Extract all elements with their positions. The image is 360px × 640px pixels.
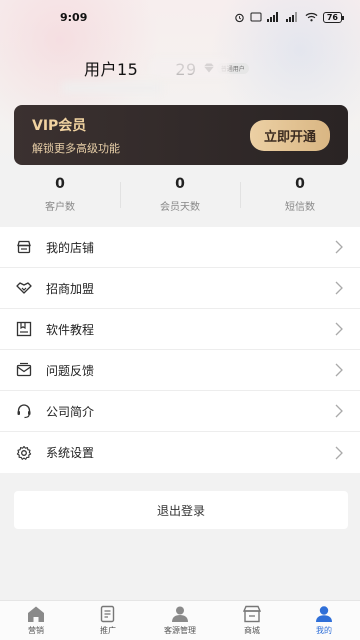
signal-icon bbox=[266, 12, 278, 22]
bottom-tab-bar: 营销 推广 客源管理 商城 我的 bbox=[0, 600, 360, 640]
shop-icon bbox=[242, 605, 262, 623]
menu-label: 软件教程 bbox=[46, 322, 95, 337]
status-time: 9:09 bbox=[60, 10, 88, 24]
menu-label: 系统设置 bbox=[46, 446, 95, 460]
tab-mall[interactable]: 商城 bbox=[216, 601, 288, 640]
vip-activate-button[interactable]: 立即开通 bbox=[249, 119, 330, 151]
gear-icon bbox=[16, 445, 32, 461]
menu-item-settings[interactable]: 系统设置 bbox=[0, 432, 360, 473]
menu-label: 招商加盟 bbox=[46, 281, 95, 296]
contacts-icon bbox=[172, 606, 188, 622]
vip-title: VIP会员 bbox=[32, 117, 87, 134]
stat-label: 会员天数 bbox=[160, 201, 200, 213]
store-icon bbox=[16, 239, 32, 255]
sim-icon bbox=[250, 12, 262, 22]
stat-label: 客户数 bbox=[45, 201, 75, 213]
menu-label: 我的店铺 bbox=[46, 240, 95, 255]
chevron-right-icon bbox=[335, 446, 343, 459]
signal-icon bbox=[285, 12, 297, 22]
tab-label: 推广 bbox=[100, 626, 116, 635]
stat-value: 0 bbox=[55, 175, 65, 192]
status-icons: 76 bbox=[234, 11, 345, 23]
headset-icon bbox=[16, 403, 32, 419]
vip-text: VIP会员 解锁更多高级功能 bbox=[32, 115, 120, 156]
stats-row: 0 客户数 0 会员天数 0 短信数 bbox=[0, 172, 360, 216]
handshake-icon bbox=[16, 280, 32, 296]
menu-item-franchise[interactable]: 招商加盟 bbox=[0, 268, 360, 309]
tab-label: 客源管理 bbox=[164, 626, 196, 635]
stat-sms[interactable]: 0 短信数 bbox=[240, 172, 360, 216]
settings-menu: 我的店铺 招商加盟 软件教程 问题反馈 公司简介 系统设置 bbox=[0, 227, 360, 473]
battery-indicator: 76 bbox=[322, 11, 345, 23]
document-icon bbox=[100, 605, 115, 623]
menu-item-my-store[interactable]: 我的店铺 bbox=[0, 227, 360, 268]
menu-label: 问题反馈 bbox=[46, 363, 95, 378]
stat-customers[interactable]: 0 客户数 bbox=[0, 172, 120, 216]
vip-subtitle: 解锁更多高级功能 bbox=[32, 141, 120, 155]
stat-label: 短信数 bbox=[285, 201, 315, 213]
logout-button[interactable]: 退出登录 bbox=[14, 491, 348, 529]
tab-marketing[interactable]: 营销 bbox=[0, 601, 72, 640]
chevron-right-icon bbox=[335, 281, 343, 295]
menu-item-company[interactable]: 公司简介 bbox=[0, 391, 360, 432]
tab-label: 我的 bbox=[316, 626, 332, 635]
stat-member-days[interactable]: 0 会员天数 bbox=[120, 172, 240, 216]
feedback-icon bbox=[16, 362, 32, 378]
tab-label: 商城 bbox=[244, 626, 260, 635]
privacy-blur bbox=[62, 82, 162, 94]
chevron-right-icon bbox=[335, 240, 343, 254]
tutorial-icon bbox=[16, 321, 32, 337]
chevron-right-icon bbox=[335, 322, 343, 336]
user-icon bbox=[316, 606, 332, 622]
status-bar: 9:09 76 bbox=[0, 0, 360, 34]
menu-label: 公司简介 bbox=[46, 404, 95, 419]
home-icon bbox=[28, 606, 44, 622]
tab-customers[interactable]: 客源管理 bbox=[144, 601, 216, 640]
tab-mine[interactable]: 我的 bbox=[288, 601, 360, 640]
chevron-right-icon bbox=[335, 363, 343, 377]
menu-item-tutorial[interactable]: 软件教程 bbox=[0, 309, 360, 350]
wifi-icon bbox=[305, 12, 318, 22]
chevron-right-icon bbox=[335, 404, 343, 418]
vip-card[interactable]: VIP会员 解锁更多高级功能 立即开通 bbox=[14, 105, 348, 165]
stat-value: 0 bbox=[295, 175, 305, 192]
alarm-icon bbox=[235, 13, 244, 22]
privacy-blur bbox=[150, 58, 230, 78]
tab-promotion[interactable]: 推广 bbox=[72, 601, 144, 640]
menu-item-feedback[interactable]: 问题反馈 bbox=[0, 350, 360, 391]
stat-value: 0 bbox=[175, 175, 185, 192]
tab-label: 营销 bbox=[28, 626, 44, 635]
